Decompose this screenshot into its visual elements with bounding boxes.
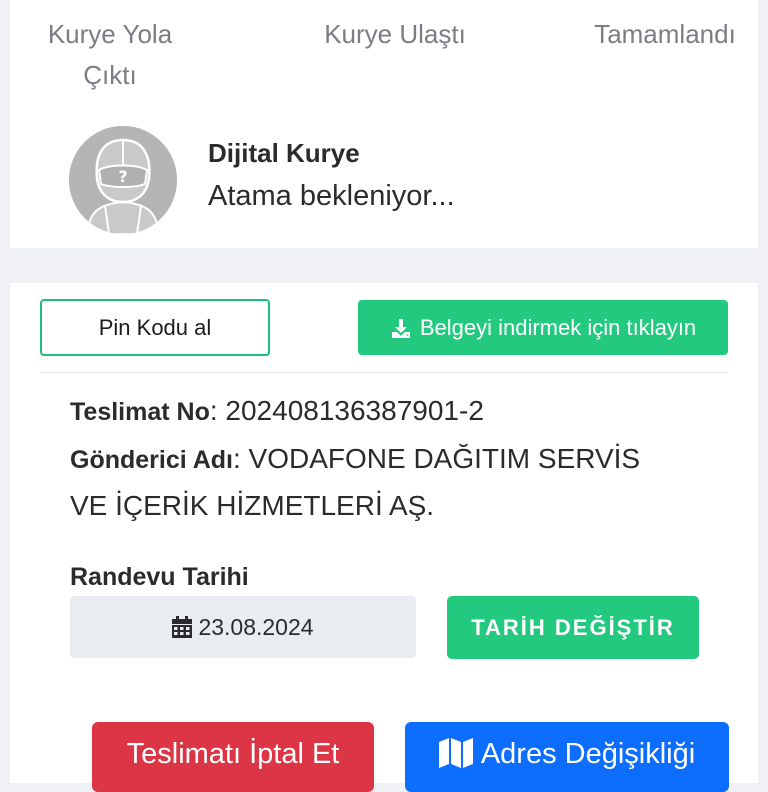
appointment-date-value: 23.08.2024	[198, 613, 314, 640]
step-label: Tamamlandı	[594, 19, 736, 49]
sender-name-row-continued: VE İÇERİK HİZMETLERİ AŞ.	[70, 490, 434, 522]
divider	[40, 372, 728, 373]
appointment-date-field: 23.08.2024	[70, 596, 416, 658]
get-pin-code-label: Pin Kodu al	[98, 314, 212, 340]
svg-text:?: ?	[118, 167, 127, 186]
step-arrived: Kurye Ulaştı	[300, 14, 490, 55]
change-date-label: TARİH DEĞİŞTİR	[471, 614, 675, 640]
courier-assignment-status: Atama bekleniyor...	[208, 180, 455, 212]
download-document-button[interactable]: Belgeyi indirmek için tıklayın	[358, 300, 728, 355]
step-label: Kurye Yola	[47, 19, 173, 49]
sender-name-value-line2: VE İÇERİK HİZMETLERİ AŞ.	[70, 490, 435, 521]
cancel-delivery-button[interactable]: Teslimatı İptal Et	[92, 722, 374, 792]
step-completed: Tamamlandı	[580, 14, 750, 55]
delivery-details-card: Pin Kodu al Belgeyi indirmek için tıklay…	[10, 283, 758, 792]
map-icon	[438, 738, 473, 768]
download-document-label: Belgeyi indirmek için tıklayın	[419, 314, 697, 340]
courier-name: Dijital Kurye	[208, 138, 360, 168]
sender-name-row: Gönderici Adı: VODAFONE DAĞITIM SERVİS	[70, 443, 641, 474]
delivery-number-row: Teslimat No: 202408136387901-2	[70, 395, 484, 426]
cancel-delivery-label: Teslimatı İptal Et	[126, 738, 340, 770]
delivery-number-label: Teslimat No	[70, 398, 210, 426]
delivery-number-value: 202408136387901-2	[225, 395, 484, 426]
step-on-the-way: Kurye Yola Çıktı	[40, 14, 180, 96]
courier-avatar: ?	[69, 126, 177, 234]
calendar-icon	[172, 616, 193, 638]
courier-status-card: Kurye Yola Çıktı Kurye Ulaştı Tamamlandı…	[10, 0, 758, 248]
address-change-label: Adres Değişikliği	[480, 738, 696, 770]
change-date-button[interactable]: TARİH DEĞİŞTİR	[447, 596, 699, 659]
sender-name-label: Gönderici Adı	[70, 446, 233, 474]
appointment-date-label: Randevu Tarihi	[70, 563, 249, 591]
sender-name-value: VODAFONE DAĞITIM SERVİS	[248, 443, 641, 474]
get-pin-code-button[interactable]: Pin Kodu al	[40, 299, 270, 356]
step-label: Kurye Ulaştı	[324, 19, 466, 49]
download-icon	[391, 318, 410, 338]
step-label-line2: Çıktı	[83, 60, 137, 90]
courier-placeholder-icon: ?	[69, 126, 177, 234]
address-change-button[interactable]: Adres Değişikliği	[405, 722, 729, 792]
